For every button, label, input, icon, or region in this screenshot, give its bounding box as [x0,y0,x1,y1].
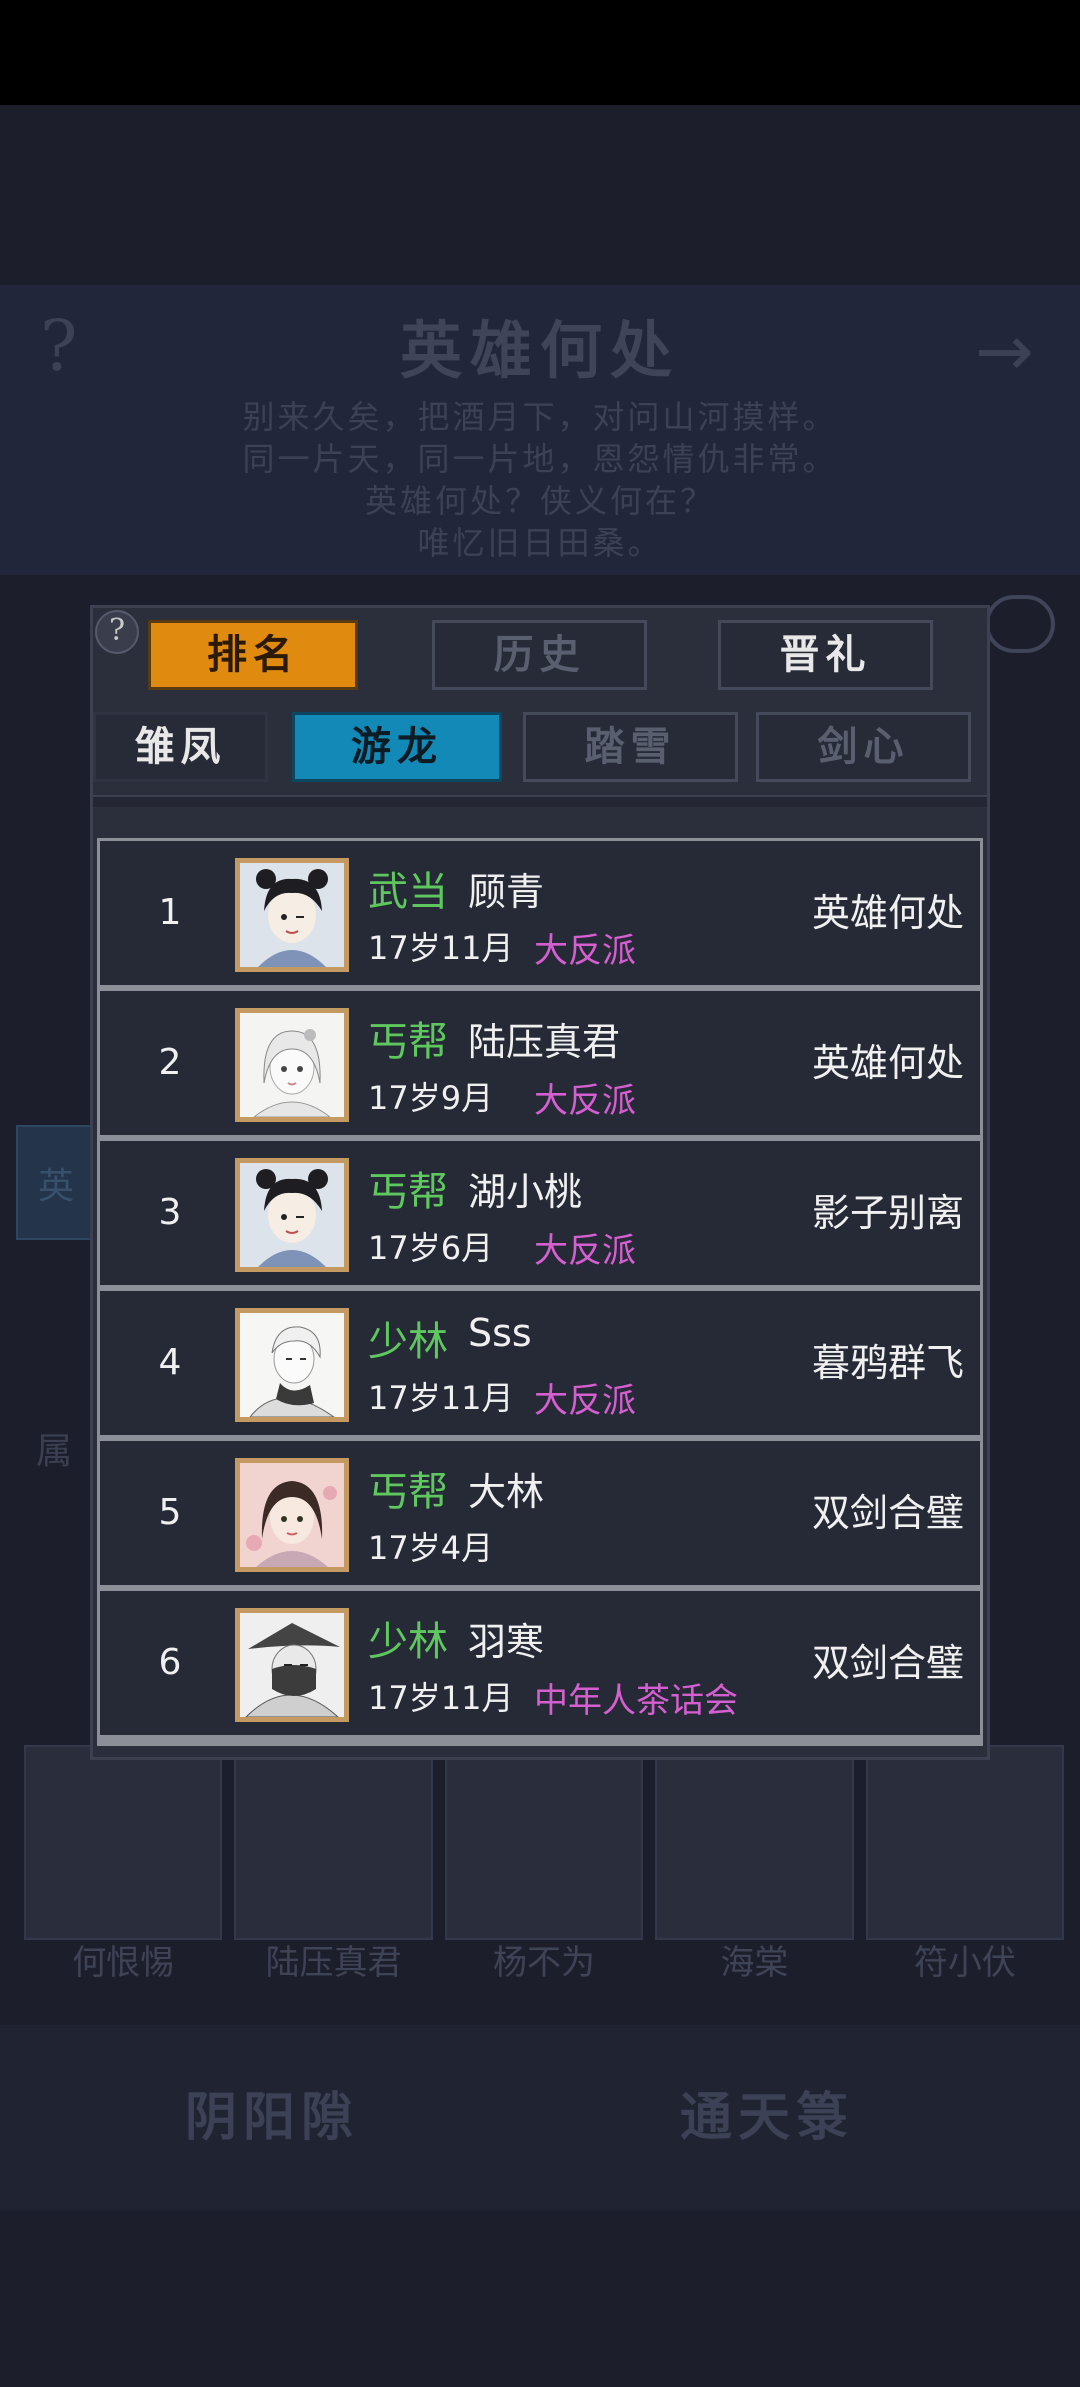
sect-label: 少林 [368,1619,448,1665]
guild-name: 大反派 [534,1231,636,1271]
avatar [235,1458,349,1572]
subtab-chufeng[interactable]: 雏凤 [93,712,268,782]
player-title: 英雄何处 [811,891,964,935]
background-portrait [655,1745,854,1940]
player-name: 湖小桃 [468,1170,583,1214]
subtab-jianxin[interactable]: 剑心 [756,712,971,782]
ranking-row[interactable]: 5 丐帮 大林 17岁4月 双剑合璧 [100,1441,980,1585]
chat-bubble-icon [985,595,1055,653]
player-name: 羽寒 [468,1620,545,1664]
status-bar [0,0,1080,105]
player-age: 17岁6月 [368,1229,494,1267]
tab-ranking[interactable]: 排名 [148,620,358,690]
guild-name: 大反派 [534,931,636,971]
player-name: 大林 [468,1470,545,1514]
player-age: 17岁11月 [368,1379,514,1417]
player-age: 17岁11月 [368,929,514,967]
ranking-list: 1 武当 顾青 17岁11月 大反派 英雄何处 2 丐帮 陆压真君 17岁9月 … [97,838,983,1746]
background-bottom-bar [0,2025,1080,2210]
help-icon[interactable]: ? [95,610,139,654]
rank-number: 6 [158,1642,182,1683]
tab-divider [93,795,987,807]
background-button-tongtian: 通天箓 [680,2087,855,2148]
background-poem-line: 同一片天，同一片地，恩怨情仇非常。 [242,440,838,478]
ranking-row[interactable]: 4 少林 Sss 17岁11月 大反派 暮鸦群飞 [100,1291,980,1435]
rank-number: 1 [158,892,182,933]
avatar [235,1308,349,1422]
player-age: 17岁11月 [368,1679,514,1717]
avatar [235,1158,349,1272]
background-portrait-name: 何恨惕 [72,1943,175,1983]
guild-name: 大反派 [534,1381,636,1421]
tab-promotion[interactable]: 晋礼 [718,620,933,690]
ranking-row[interactable]: 6 少林 羽寒 17岁11月 中年人茶话会 双剑合璧 [100,1591,980,1735]
sect-label: 丐帮 [368,1469,448,1515]
ranking-row[interactable]: 1 武当 顾青 17岁11月 大反派 英雄何处 [100,841,980,985]
guild-name: 大反派 [534,1081,636,1121]
background-portrait-name: 海棠 [720,1943,789,1983]
background-poem-line: 别来久矣，把酒月下，对问山河摸样。 [242,398,838,436]
guild-name: 中年人茶话会 [534,1681,738,1721]
player-name: 顾青 [468,870,545,914]
rank-number: 3 [158,1192,182,1233]
background-poem-line: 唯忆旧日田桑。 [417,524,663,562]
background-portrait [865,1745,1065,1940]
background-portrait-name: 杨不为 [493,1943,596,1983]
tab-history[interactable]: 历史 [432,620,647,690]
background-button-yinyang: 阴阳隙 [185,2087,360,2148]
background-portrait [444,1745,644,1940]
rank-number: 4 [158,1342,182,1383]
player-title: 英雄何处 [811,1041,964,1085]
background-portrait-name: 陆压真君 [265,1943,402,1983]
player-title: 影子别离 [811,1191,964,1235]
subtab-youlong[interactable]: 游龙 [292,712,502,782]
background-portraits [24,1745,1065,1940]
ranking-row[interactable]: 3 丐帮 湖小桃 17岁6月 大反派 影子别离 [100,1141,980,1285]
background-title: 英雄何处 [399,314,680,387]
player-name: 陆压真君 [468,1020,621,1064]
background-portrait-names: 何恨惕 陆压真君 杨不为 海棠 符小伏 [24,1935,1064,1984]
background-side-tab: 英 [16,1125,96,1240]
avatar [235,1608,349,1722]
player-age: 17岁4月 [368,1529,494,1567]
background-poem-line: 英雄何处？侠义何在？ [364,482,715,520]
sect-label: 丐帮 [368,1169,448,1215]
sect-label: 丐帮 [368,1019,448,1065]
player-age: 17岁9月 [368,1079,494,1117]
avatar [235,1008,349,1122]
rank-number: 5 [158,1492,182,1533]
background-attr-label: 属 [36,1431,73,1472]
sect-label: 少林 [368,1319,448,1365]
background-portrait [234,1745,433,1940]
subtab-taxue[interactable]: 踏雪 [523,712,738,782]
player-title: 暮鸦群飞 [811,1341,964,1385]
avatar [235,858,349,972]
background-portrait-name: 符小伏 [913,1943,1016,1983]
sect-label: 武当 [368,869,448,915]
rank-number: 2 [158,1042,182,1083]
background-portrait [24,1745,223,1940]
player-title: 双剑合璧 [811,1491,964,1535]
ranking-row[interactable]: 2 丐帮 陆压真君 17岁9月 大反派 英雄何处 [100,991,980,1135]
player-name: Sss [468,1311,532,1355]
player-title: 双剑合璧 [811,1641,964,1685]
